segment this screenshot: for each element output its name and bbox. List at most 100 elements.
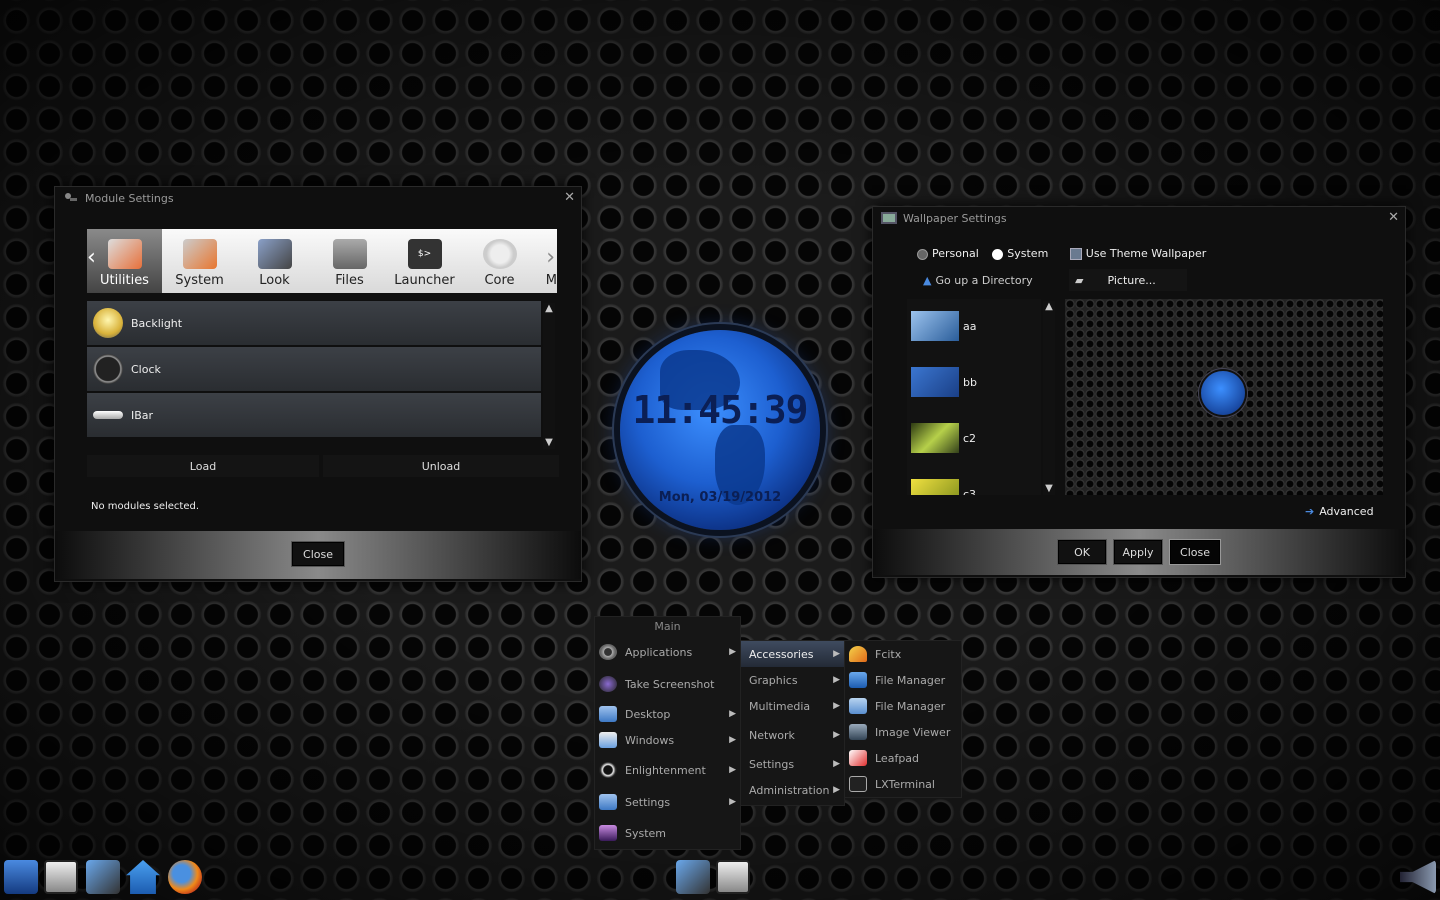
network-icon[interactable] — [676, 860, 710, 894]
submenu-arrow-icon: ▶ — [729, 797, 736, 807]
list-item[interactable]: IBar — [87, 393, 541, 437]
menu-item-file-manager-home[interactable]: File Manager — [845, 667, 961, 693]
menu-item-label: Multimedia — [749, 699, 811, 713]
list-item[interactable]: Backlight — [87, 301, 541, 345]
submenu-arrow-icon: ▶ — [729, 709, 736, 719]
menu-item-accessories[interactable]: Accessories ▶ — [741, 641, 844, 667]
menu-item-take-screenshot[interactable]: Take Screenshot — [595, 667, 740, 701]
menu-item-desktop[interactable]: Desktop ▶ — [595, 701, 740, 727]
tab-utilities[interactable]: Utilities — [87, 229, 162, 293]
menu-item-leafpad[interactable]: Leafpad — [845, 745, 961, 771]
list-item[interactable]: aa — [907, 299, 1041, 353]
user-icon[interactable] — [4, 860, 38, 894]
wallpaper-list-scrollbar[interactable]: ▲ ▼ — [1043, 301, 1055, 495]
firefox-icon[interactable] — [168, 860, 202, 894]
wallpaper-preview — [1065, 299, 1383, 495]
list-item[interactable]: c3 — [907, 467, 1041, 495]
module-settings-titlebar[interactable]: Module Settings ✕ — [55, 187, 581, 209]
menu-item-label: Image Viewer — [875, 725, 951, 739]
wallpaper-close-button[interactable]: Close — [1169, 539, 1221, 565]
picture-label: Picture... — [1107, 273, 1156, 287]
main-menu: Main Applications ▶ Take Screenshot Desk… — [594, 616, 741, 850]
module-label: Clock — [131, 362, 161, 376]
terminal-icon[interactable] — [44, 860, 78, 894]
tab-overflow: M — [545, 273, 557, 288]
wallpaper-settings-titlebar[interactable]: Wallpaper Settings ✕ — [873, 207, 1405, 229]
menu-item-image-viewer[interactable]: Image Viewer — [845, 719, 961, 745]
ok-button[interactable]: OK — [1057, 539, 1107, 565]
wallpaper-label: bb — [963, 375, 977, 389]
apply-button[interactable]: Apply — [1113, 539, 1163, 565]
unload-button[interactable]: Unload — [323, 455, 559, 477]
wallpaper-settings-window: Wallpaper Settings ✕ Personal System Use… — [872, 206, 1406, 578]
tab-core[interactable]: Core — [462, 229, 537, 293]
wallpaper-thumbnail — [911, 367, 959, 397]
scroll-down-icon[interactable]: ▼ — [1043, 483, 1055, 495]
windows-icon — [599, 732, 617, 748]
list-item[interactable]: Clock — [87, 347, 541, 391]
scroll-up-icon[interactable]: ▲ — [1043, 301, 1055, 313]
menu-item-settings[interactable]: Settings ▶ — [595, 787, 740, 817]
personal-radio[interactable]: Personal — [917, 247, 979, 260]
tab-system[interactable]: System — [162, 229, 237, 293]
menu-item-applications[interactable]: Applications ▶ — [595, 637, 740, 667]
module-list-scrollbar[interactable]: ▲ ▼ — [543, 303, 555, 449]
menu-item-label: File Manager — [875, 699, 946, 713]
tab-label: Files — [335, 273, 364, 288]
go-up-directory-button[interactable]: ▲ Go up a Directory — [923, 269, 1043, 291]
menu-item-enlightenment[interactable]: Enlightenment ▶ — [595, 753, 740, 787]
terminal-icon[interactable] — [716, 860, 750, 894]
gear-icon — [599, 644, 617, 660]
tab-files[interactable]: Files — [312, 229, 387, 293]
volume-icon[interactable] — [1400, 860, 1436, 894]
system-radio[interactable]: System — [992, 247, 1048, 260]
clock-gadget[interactable]: 11:45:39 Mon, 03/19/2012 — [620, 330, 820, 530]
list-item[interactable]: bb — [907, 355, 1041, 409]
leafpad-icon — [849, 750, 867, 766]
tabs-scroll-right-icon[interactable]: › — [546, 245, 555, 270]
module-settings-icon — [65, 193, 77, 201]
use-theme-wallpaper-checkbox[interactable]: Use Theme Wallpaper — [1069, 247, 1206, 260]
submenu-arrow-icon: ▶ — [833, 649, 840, 659]
menu-item-label: Take Screenshot — [625, 677, 715, 691]
menu-item-network[interactable]: Network ▶ — [741, 719, 844, 751]
tabs-scroll-left-icon[interactable]: ‹ — [87, 245, 96, 270]
menu-item-label: Desktop — [625, 707, 671, 721]
load-button[interactable]: Load — [87, 455, 319, 477]
home-icon[interactable] — [126, 860, 160, 894]
picture-button[interactable]: ▰ Picture... — [1069, 269, 1187, 291]
advanced-button[interactable]: ➔ Advanced — [1305, 505, 1374, 518]
close-icon[interactable]: ✕ — [1388, 210, 1399, 225]
submenu-arrow-icon: ▶ — [833, 675, 840, 685]
module-close-button[interactable]: Close — [291, 541, 345, 567]
personal-radio-label: Personal — [932, 247, 979, 260]
menu-item-label: Settings — [749, 757, 795, 771]
clock-date: Mon, 03/19/2012 — [658, 490, 782, 505]
list-item[interactable]: c2 — [907, 411, 1041, 465]
menu-item-multimedia[interactable]: Multimedia ▶ — [741, 693, 844, 719]
network-icon[interactable] — [86, 860, 120, 894]
submenu-arrow-icon: ▶ — [833, 785, 840, 795]
menu-item-system[interactable]: System — [595, 817, 740, 849]
launcher-bar — [0, 856, 1440, 900]
menu-item-windows[interactable]: Windows ▶ — [595, 727, 740, 753]
scroll-up-icon[interactable]: ▲ — [543, 303, 555, 315]
menu-item-administration[interactable]: Administration ▶ — [741, 777, 844, 803]
menu-item-lxterminal[interactable]: LXTerminal — [845, 771, 961, 797]
menu-item-label: Administration — [749, 783, 830, 797]
menu-item-graphics[interactable]: Graphics ▶ — [741, 667, 844, 693]
menu-item-file-manager[interactable]: File Manager — [845, 693, 961, 719]
menu-item-label: Leafpad — [875, 751, 920, 765]
menu-item-settings-category[interactable]: Settings ▶ — [741, 751, 844, 777]
submenu-arrow-icon: ▶ — [729, 647, 736, 657]
menu-item-fcitx[interactable]: Fcitx — [845, 641, 961, 667]
tab-look[interactable]: Look — [237, 229, 312, 293]
scroll-down-icon[interactable]: ▼ — [543, 437, 555, 449]
menu-item-label: Settings — [625, 795, 671, 809]
tab-launcher[interactable]: $> Launcher — [387, 229, 462, 293]
close-icon[interactable]: ✕ — [564, 190, 575, 205]
tab-label: Look — [259, 273, 290, 288]
accessories-submenu: Fcitx File Manager File Manager Image Vi… — [844, 640, 962, 798]
module-list: Backlight Clock IBar — [87, 301, 541, 447]
files-icon — [332, 239, 367, 269]
